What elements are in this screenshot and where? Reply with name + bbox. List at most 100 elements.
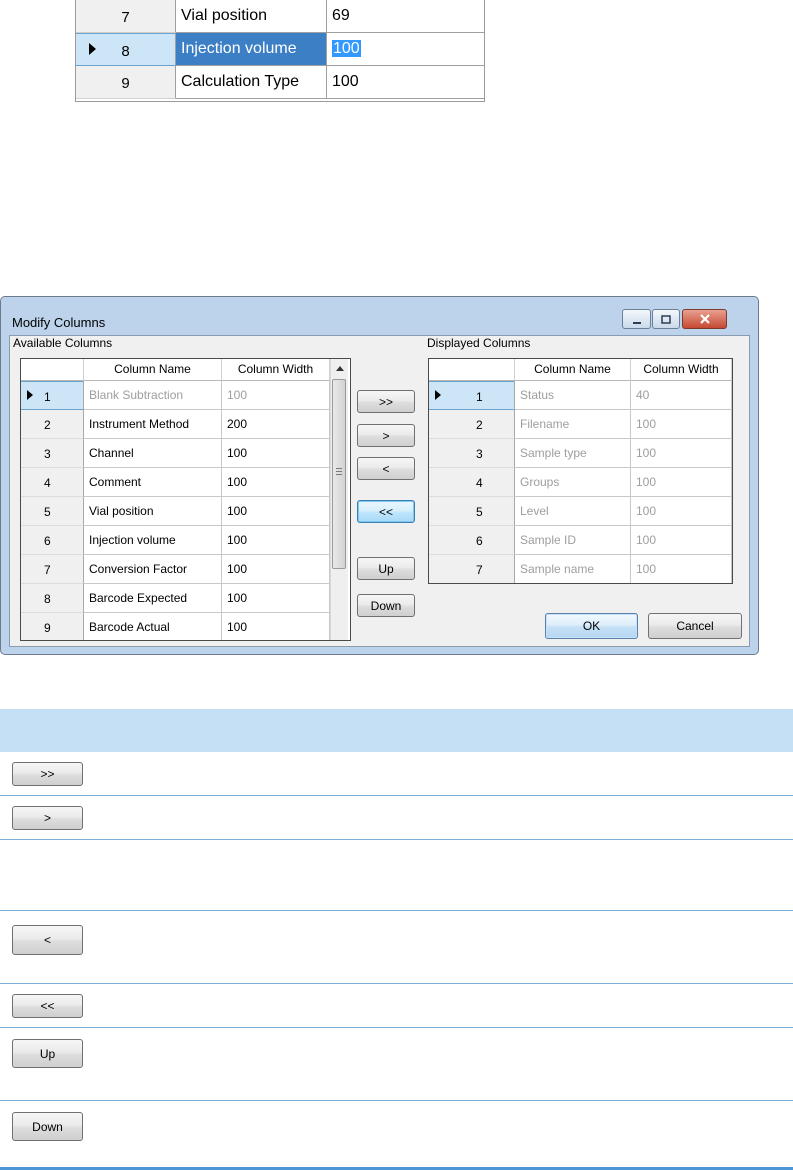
available-vertical-scrollbar[interactable] bbox=[330, 359, 348, 640]
column-width-cell[interactable]: 100 bbox=[631, 555, 732, 583]
move-down-button[interactable]: Down bbox=[357, 594, 415, 617]
displayed-column-row[interactable]: 7 Sample name 100 bbox=[429, 555, 732, 583]
column-width-cell[interactable]: 100 bbox=[222, 497, 330, 526]
column-name-cell[interactable]: Instrument Method bbox=[84, 410, 222, 439]
column-name-cell[interactable]: Injection volume bbox=[84, 526, 222, 555]
column-header-name[interactable]: Column Name bbox=[84, 359, 222, 381]
add-all-button[interactable]: >> bbox=[357, 390, 415, 413]
displayed-column-row[interactable]: 2 Filename 100 bbox=[429, 410, 732, 439]
column-width-cell[interactable]: 100 bbox=[222, 468, 330, 497]
column-width-cell[interactable]: 100 bbox=[222, 613, 330, 640]
selected-cell-text[interactable]: 100 bbox=[332, 40, 361, 57]
available-column-row[interactable]: 4 Comment 100 bbox=[21, 468, 330, 497]
available-column-row[interactable]: 5 Vial position 100 bbox=[21, 497, 330, 526]
row-header[interactable]: 3 bbox=[21, 439, 84, 468]
column-header-width[interactable]: Column Width bbox=[222, 359, 330, 381]
row-header[interactable]: 4 bbox=[429, 468, 515, 497]
cancel-button[interactable]: Cancel bbox=[648, 613, 742, 639]
cell-text: Injection volume bbox=[181, 40, 297, 57]
available-column-row[interactable]: 8 Barcode Expected 100 bbox=[21, 584, 330, 613]
column-name-cell[interactable]: Filename bbox=[515, 410, 631, 439]
close-button[interactable] bbox=[682, 309, 727, 329]
column-width-cell[interactable]: 40 bbox=[631, 381, 732, 410]
available-column-row[interactable]: 6 Injection volume 100 bbox=[21, 526, 330, 555]
column-width-cell[interactable]: 100 bbox=[631, 526, 732, 555]
row-header[interactable]: 8 bbox=[76, 33, 176, 66]
grid-row-7[interactable]: 7 Vial position 69 bbox=[76, 0, 484, 33]
available-column-row[interactable]: 7 Conversion Factor 100 bbox=[21, 555, 330, 584]
remove-button[interactable]: < bbox=[357, 457, 415, 480]
close-icon bbox=[683, 310, 726, 329]
displayed-column-row[interactable]: 6 Sample ID 100 bbox=[429, 526, 732, 555]
column-header-width[interactable]: Column Width bbox=[631, 359, 732, 381]
displayed-columns-table[interactable]: Column Name Column Width 1 Status 40 2 Filen… bbox=[428, 358, 733, 584]
column-width-cell[interactable]: 100 bbox=[631, 497, 732, 526]
available-columns-table[interactable]: Column Name Column Width 1 Blank Subtract… bbox=[20, 358, 351, 641]
row-header[interactable]: 9 bbox=[21, 613, 84, 640]
grid-cell-value[interactable]: 100 bbox=[327, 66, 484, 99]
displayed-column-row[interactable]: 5 Level 100 bbox=[429, 497, 732, 526]
column-name-cell[interactable]: Groups bbox=[515, 468, 631, 497]
column-name-cell[interactable]: Blank Subtraction bbox=[84, 381, 222, 410]
row-header[interactable]: 3 bbox=[429, 439, 515, 468]
column-name-cell[interactable]: Barcode Actual bbox=[84, 613, 222, 640]
row-header[interactable]: 2 bbox=[21, 410, 84, 439]
grid-cell-name[interactable]: Vial position bbox=[176, 0, 327, 33]
column-name-cell[interactable]: Vial position bbox=[84, 497, 222, 526]
displayed-column-row[interactable]: 3 Sample type 100 bbox=[429, 439, 732, 468]
column-width-cell[interactable]: 100 bbox=[222, 584, 330, 613]
column-width-cell[interactable]: 100 bbox=[222, 381, 330, 410]
row-header[interactable]: 7 bbox=[429, 555, 515, 583]
column-name-cell[interactable]: Barcode Expected bbox=[84, 584, 222, 613]
minimize-button[interactable] bbox=[622, 309, 651, 329]
move-up-button[interactable]: Up bbox=[357, 557, 415, 580]
maximize-button[interactable] bbox=[652, 309, 680, 329]
grid-cell-name[interactable]: Calculation Type bbox=[176, 66, 327, 99]
scrollbar-thumb[interactable] bbox=[332, 379, 346, 569]
column-width-cell[interactable]: 100 bbox=[631, 410, 732, 439]
grid-cell-name[interactable]: Injection volume bbox=[176, 33, 327, 66]
column-width-cell[interactable]: 100 bbox=[222, 526, 330, 555]
grid-cell-value-editing[interactable]: 100 bbox=[327, 33, 484, 66]
displayed-column-row[interactable]: 4 Groups 100 bbox=[429, 468, 732, 497]
column-name-cell[interactable]: Sample ID bbox=[515, 526, 631, 555]
ok-button[interactable]: OK bbox=[545, 613, 638, 639]
row-header[interactable]: 8 bbox=[21, 584, 84, 613]
column-name-cell[interactable]: Sample type bbox=[515, 439, 631, 468]
column-name-cell[interactable]: Channel bbox=[84, 439, 222, 468]
row-header[interactable]: 6 bbox=[429, 526, 515, 555]
column-width-cell[interactable]: 100 bbox=[222, 555, 330, 584]
displayed-column-row[interactable]: 1 Status 40 bbox=[429, 381, 732, 410]
column-name-cell[interactable]: Level bbox=[515, 497, 631, 526]
row-header[interactable]: 1 bbox=[429, 381, 515, 410]
grid-row-8-selected[interactable]: 8 Injection volume 100 bbox=[76, 33, 484, 66]
add-button[interactable]: > bbox=[357, 424, 415, 447]
row-header[interactable]: 7 bbox=[21, 555, 84, 584]
column-name-cell[interactable]: Sample name bbox=[515, 555, 631, 583]
column-name-cell[interactable]: Conversion Factor bbox=[84, 555, 222, 584]
column-header-name[interactable]: Column Name bbox=[515, 359, 631, 381]
row-header[interactable]: 6 bbox=[21, 526, 84, 555]
scroll-up-arrow-icon[interactable] bbox=[336, 366, 344, 371]
available-column-row[interactable]: 1 Blank Subtraction 100 bbox=[21, 381, 330, 410]
row-header[interactable]: 9 bbox=[76, 66, 176, 99]
grid-row-9[interactable]: 9 Calculation Type 100 bbox=[76, 66, 484, 99]
row-number: 6 bbox=[476, 534, 483, 548]
row-header[interactable]: 5 bbox=[21, 497, 84, 526]
column-width-cell[interactable]: 100 bbox=[222, 439, 330, 468]
row-header[interactable]: 1 bbox=[21, 381, 84, 410]
row-header[interactable]: 4 bbox=[21, 468, 84, 497]
column-name-cell[interactable]: Status bbox=[515, 381, 631, 410]
remove-all-button[interactable]: << bbox=[357, 500, 415, 523]
column-width-cell[interactable]: 100 bbox=[631, 439, 732, 468]
available-column-row[interactable]: 3 Channel 100 bbox=[21, 439, 330, 468]
column-name-cell[interactable]: Comment bbox=[84, 468, 222, 497]
row-header[interactable]: 2 bbox=[429, 410, 515, 439]
row-header[interactable]: 5 bbox=[429, 497, 515, 526]
available-column-row[interactable]: 9 Barcode Actual 100 bbox=[21, 613, 330, 640]
available-column-row[interactable]: 2 Instrument Method 200 bbox=[21, 410, 330, 439]
grid-cell-value[interactable]: 69 bbox=[327, 0, 484, 33]
column-width-cell[interactable]: 100 bbox=[631, 468, 732, 497]
row-header[interactable]: 7 bbox=[76, 0, 176, 33]
column-width-cell[interactable]: 200 bbox=[222, 410, 330, 439]
